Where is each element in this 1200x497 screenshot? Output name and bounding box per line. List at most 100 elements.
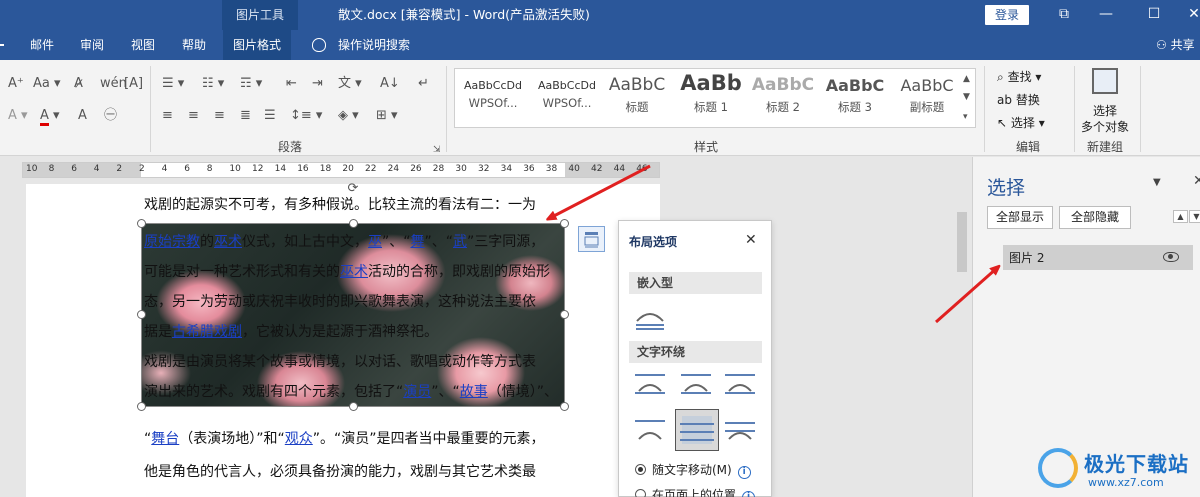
text-effects-icon[interactable]: A ▾: [8, 108, 28, 124]
fix-position-option[interactable]: 在页面上的位置 i: [635, 486, 756, 497]
wrap-heading: 文字环绕: [629, 341, 762, 363]
justify-icon[interactable]: ≣: [240, 108, 251, 124]
style-item[interactable]: AaBb 标题 1: [675, 71, 747, 125]
horizontal-ruler[interactable]: 10 8 6 4 2 2 4 6 8 10 12 14 16 18 20 22 24 26 28 30 32 34 36 38…: [22, 162, 660, 178]
eye-icon[interactable]: [1163, 252, 1179, 262]
increase-indent-icon[interactable]: ⇥: [312, 76, 323, 92]
hide-all-button[interactable]: 全部隐藏: [1059, 206, 1131, 229]
resize-handle[interactable]: [560, 219, 569, 228]
numbering-icon[interactable]: ☷ ▾: [202, 76, 224, 92]
font-color-icon[interactable]: A ▾: [40, 108, 60, 126]
select-button[interactable]: ↖ 选择 ▾: [997, 114, 1045, 131]
layout-options-button[interactable]: [578, 226, 605, 252]
tight-wrap-icon[interactable]: [679, 371, 713, 399]
top-bottom-wrap-icon[interactable]: [633, 417, 667, 445]
show-marks-icon[interactable]: ↵: [418, 76, 429, 92]
move-with-text-option[interactable]: 随文字移动(M) i: [635, 461, 751, 479]
gallery-down-icon[interactable]: ▼: [963, 89, 970, 105]
send-backward-icon[interactable]: ▼: [1189, 210, 1200, 223]
show-all-button[interactable]: 全部显示: [987, 206, 1053, 229]
phonetic-guide-icon[interactable]: wén: [100, 76, 127, 92]
decrease-indent-icon[interactable]: ⇤: [286, 76, 297, 92]
line-spacing-icon[interactable]: ↕≡ ▾: [290, 108, 322, 124]
select-objects-label-1[interactable]: 选择: [1093, 102, 1117, 119]
ruler-number: 4: [93, 164, 100, 174]
align-center-icon[interactable]: ≡: [188, 108, 199, 124]
enclose-char-icon[interactable]: ㊀: [104, 108, 117, 124]
pane-options-icon[interactable]: ▼: [1153, 177, 1161, 188]
resize-handle[interactable]: [137, 310, 146, 319]
replace-button[interactable]: ab 替换: [997, 91, 1040, 108]
chinese-layout-icon[interactable]: 文 ▾: [338, 76, 362, 92]
style-item[interactable]: AaBbCcDd WPSOf...: [457, 71, 529, 125]
tab-view[interactable]: 视图: [131, 30, 155, 60]
distribute-icon[interactable]: ☰: [264, 108, 276, 124]
hyperlink[interactable]: 观众: [285, 431, 313, 447]
ruler-number: 38: [545, 164, 558, 174]
style-item[interactable]: AaBbC 标题 3: [819, 71, 891, 125]
bullets-icon[interactable]: ☰ ▾: [162, 76, 184, 92]
watermark-url: www.xz7.com: [1088, 476, 1164, 489]
style-item[interactable]: AaBbC 标题: [601, 71, 673, 125]
tab-help[interactable]: 帮助: [182, 30, 206, 60]
char-border-icon[interactable]: [A]: [124, 76, 143, 92]
through-wrap-icon[interactable]: [723, 371, 757, 399]
info-icon[interactable]: i: [742, 491, 756, 497]
vertical-scrollbar[interactable]: [953, 184, 971, 497]
clear-format-icon[interactable]: A̷: [74, 76, 83, 92]
scrollbar-thumb[interactable]: [957, 212, 967, 272]
square-wrap-icon[interactable]: [633, 371, 667, 399]
select-objects-label-2[interactable]: 多个对象: [1081, 118, 1129, 135]
sort-icon[interactable]: A↓: [380, 76, 400, 92]
inline-wrap-icon[interactable]: [633, 305, 667, 333]
select-objects-icon[interactable]: [1092, 68, 1118, 94]
tab-picture-format[interactable]: 图片格式: [223, 30, 292, 60]
change-case-icon[interactable]: Aa ▾: [33, 76, 61, 92]
restore-icon[interactable]: ⧉: [1046, 0, 1082, 30]
login-button[interactable]: 登录: [985, 5, 1029, 25]
char-shading-icon[interactable]: A: [78, 108, 87, 124]
font-size-icon[interactable]: A⁺: [8, 76, 24, 92]
align-right-icon[interactable]: ≡: [214, 108, 225, 124]
selection-pane-item[interactable]: 图片 2: [1003, 245, 1193, 270]
borders-icon[interactable]: ⊞ ▾: [376, 108, 398, 124]
resize-handle[interactable]: [560, 402, 569, 411]
behind-text-wrap-icon[interactable]: [675, 409, 719, 451]
info-icon[interactable]: i: [737, 466, 751, 479]
ruler-number: 18: [319, 164, 332, 174]
ruler-number: 12: [252, 164, 264, 174]
close-icon[interactable]: ✕: [745, 232, 757, 248]
inline-heading: 嵌入型: [629, 272, 762, 294]
tell-me-search[interactable]: 操作说明搜索: [338, 30, 410, 60]
resize-handle[interactable]: [349, 219, 358, 228]
tab-mailings[interactable]: 邮件: [30, 30, 54, 60]
resize-handle[interactable]: [137, 402, 146, 411]
close-icon[interactable]: ✕: [1193, 173, 1200, 189]
tab-review[interactable]: 审阅: [80, 30, 104, 60]
hyperlink[interactable]: 舞台: [151, 431, 179, 447]
style-item[interactable]: AaBbCcDd WPSOf...: [531, 71, 603, 125]
resize-handle[interactable]: [560, 310, 569, 319]
style-item[interactable]: AaBbC 副标题: [891, 71, 963, 125]
resize-handle[interactable]: [349, 402, 358, 411]
ruler-number: 6: [184, 164, 190, 174]
in-front-wrap-icon[interactable]: [723, 417, 757, 445]
group-separator: [1140, 66, 1141, 152]
maximize-icon[interactable]: ☐: [1136, 0, 1172, 30]
ruler-number: 8: [206, 164, 213, 174]
shading-icon[interactable]: ◈ ▾: [338, 108, 359, 124]
find-button[interactable]: ⌕ 查找 ▾: [997, 68, 1041, 85]
minimize-icon[interactable]: —: [1088, 0, 1124, 30]
gallery-up-icon[interactable]: ▲: [963, 71, 970, 87]
ruler-number: 20: [342, 164, 354, 174]
gallery-more-icon[interactable]: ▾: [963, 109, 968, 125]
resize-handle[interactable]: [137, 219, 146, 228]
watermark: 极光下载站 www.xz7.com: [1038, 440, 1198, 495]
bring-forward-icon[interactable]: ▲: [1173, 210, 1188, 223]
multilevel-list-icon[interactable]: ☶ ▾: [240, 76, 262, 92]
rotate-handle-icon[interactable]: ⟳: [343, 182, 363, 196]
align-left-icon[interactable]: ≡: [162, 108, 173, 124]
style-item[interactable]: AaBbC 标题 2: [747, 71, 819, 125]
share-button[interactable]: ⚇ 共享: [1156, 30, 1195, 60]
close-icon[interactable]: ✕: [1176, 0, 1200, 30]
